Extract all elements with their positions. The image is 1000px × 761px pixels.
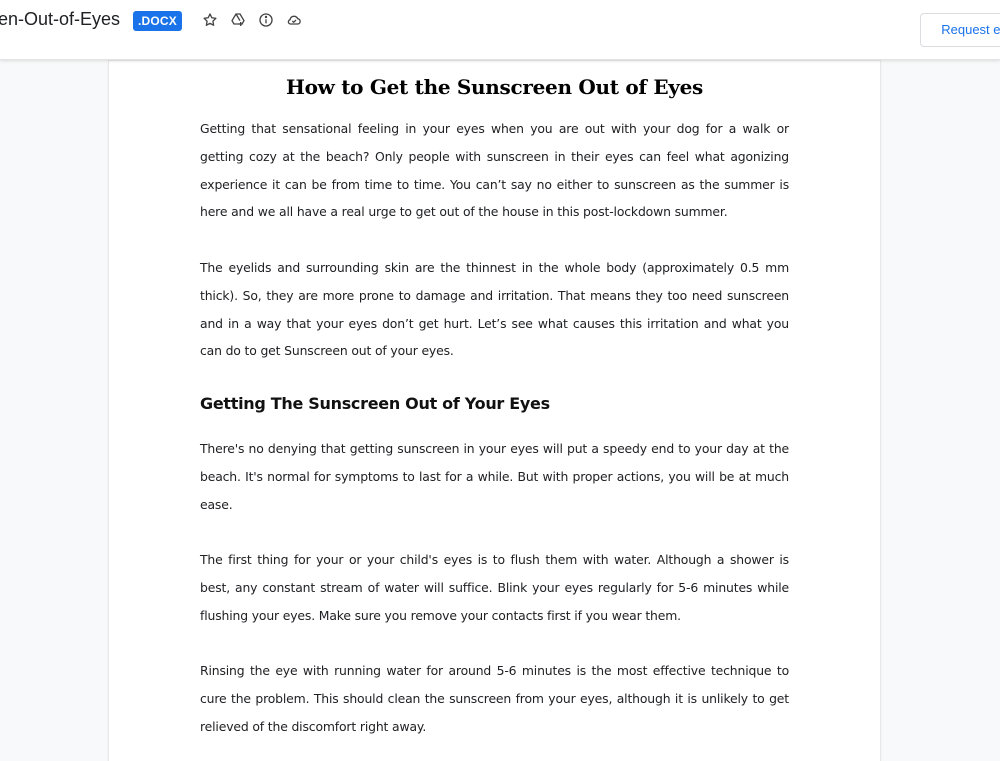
add-to-drive-icon[interactable] [229,11,247,29]
document-page: How to Get the Sunscreen Out of Eyes Get… [109,61,880,761]
paragraph: There's no denying that getting sunscree… [200,441,789,512]
cloud-icon[interactable] [285,11,303,29]
paragraph: The first thing for your or your child's… [200,552,789,623]
request-edit-access-button[interactable]: Request ed [920,13,1000,47]
section-heading: Getting The Sunscreen Out of Your Eyes [200,394,550,413]
star-icon[interactable] [201,11,219,29]
top-bar: en-Out-of-Eyes .DOCX Request ed [0,0,1000,60]
info-icon[interactable] [257,11,275,29]
paragraph: The eyelids and surrounding skin are the… [200,260,789,359]
paragraph: Rinsing the eye with running water for a… [200,663,789,734]
document-heading: How to Get the Sunscreen Out of Eyes [285,75,703,99]
document-title[interactable]: en-Out-of-Eyes [0,9,120,30]
paragraph: Getting that sensational feeling in your… [200,121,789,220]
file-type-badge: .DOCX [133,11,183,31]
